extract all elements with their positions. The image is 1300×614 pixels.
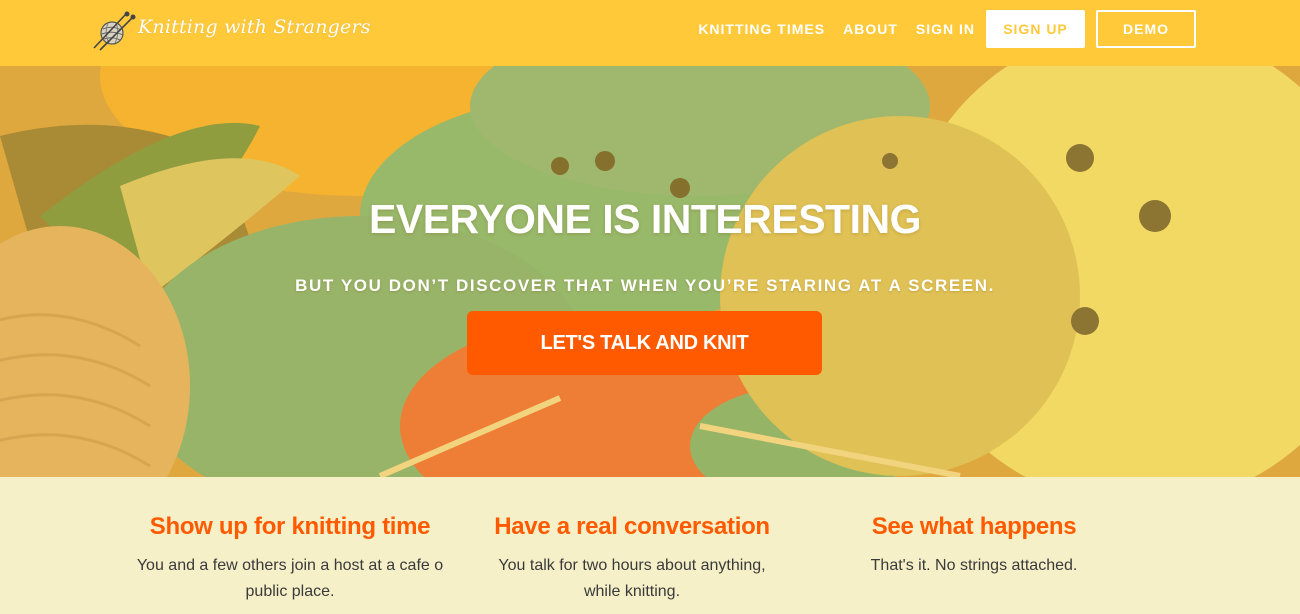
sign-up-button[interactable]: SIGN UP (986, 10, 1085, 48)
site-logo[interactable]: Knitting with Strangers (90, 8, 371, 52)
nav-knitting-times[interactable]: KNITTING TIMES (698, 21, 825, 37)
feature-body: You and a few others join a host at a ca… (136, 557, 444, 600)
lets-talk-and-knit-button[interactable]: LET'S TALK AND KNIT (467, 311, 822, 375)
hero-yellow-overlay (0, 66, 1300, 477)
feature-title: Show up for knitting time (149, 513, 431, 540)
feature-body: That's it. No strings attached. (870, 557, 1078, 574)
hero-title: EVERYONE IS INTERESTING (369, 196, 921, 242)
feature-show-up: Show up for knitting time You and a few … (130, 513, 450, 605)
feature-see-what-happens: See what happens That's it. No strings a… (824, 513, 1124, 579)
yarn-ball-with-needles-icon (93, 11, 136, 51)
logo-text: Knitting with Strangers (138, 16, 371, 38)
site-header: Knitting with Strangers KNITTING TIMES A… (0, 0, 1300, 66)
nav-about[interactable]: ABOUT (843, 21, 898, 37)
nav-sign-in[interactable]: SIGN IN (916, 21, 975, 37)
main-nav: KNITTING TIMES ABOUT SIGN IN SIGN UP DEM… (680, 10, 1196, 48)
feature-conversation: Have a real conversation You talk for tw… (482, 513, 782, 605)
feature-title: Have a real conversation (494, 513, 770, 540)
demo-button[interactable]: DEMO (1096, 10, 1196, 48)
feature-body: You talk for two hours about anything, w… (498, 557, 766, 600)
hero-subtitle: BUT YOU DON’T DISCOVER THAT WHEN YOU’RE … (295, 276, 995, 295)
features-section: Show up for knitting time You and a few … (0, 477, 1300, 614)
hero-section: EVERYONE IS INTERESTING BUT YOU DON’T DI… (0, 66, 1300, 477)
feature-title: See what happens (871, 513, 1077, 540)
